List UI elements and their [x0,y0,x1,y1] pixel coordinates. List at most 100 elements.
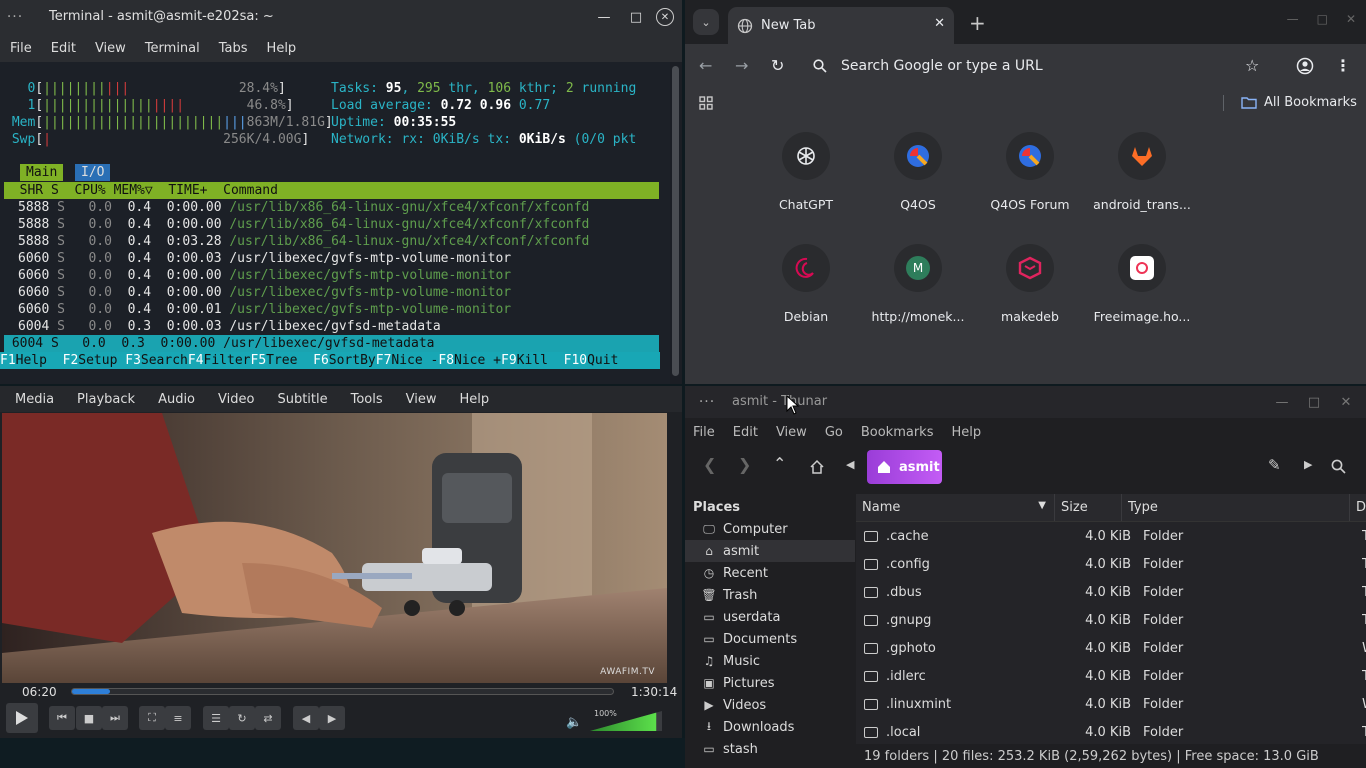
file-row[interactable]: .dbus 4.0 KiB Folder T [856,578,1366,606]
file-row[interactable]: .gphoto 4.0 KiB Folder W [856,634,1366,662]
menu-view[interactable]: View [95,41,126,56]
maximize-icon[interactable]: □ [1317,12,1328,26]
menu-file[interactable]: File [10,41,32,56]
thunar-menu-help[interactable]: Help [951,425,981,440]
vlc-menu-video[interactable]: Video [218,392,254,407]
thunar-menu-bookmarks[interactable]: Bookmarks [861,425,934,440]
menu-tabs[interactable]: Tabs [219,41,248,56]
omnibox[interactable]: Search Google or type a URL [801,50,1221,82]
htop-tab-io[interactable]: I/O [75,164,111,181]
breadcrumb-asmit[interactable]: asmit [867,450,942,484]
shortcut-tile[interactable]: Q4OS [868,132,968,212]
vlc-menu-audio[interactable]: Audio [158,392,195,407]
vlc-menu-help[interactable]: Help [460,392,490,407]
column-name[interactable]: Name ▼ [856,494,1055,521]
shortcut-tile[interactable]: Q4OS Forum [980,132,1080,212]
fkey-f7[interactable]: F7Nice - [376,352,439,369]
seek-bar[interactable] [71,688,614,695]
shortcut-tile[interactable]: makedeb [980,244,1080,324]
selected-process-row[interactable]: 6004 S 0.0 0.3 0:00.00 /usr/libexec/gvfs… [4,335,659,352]
thunar-menu-go[interactable]: Go [825,425,843,440]
place-trash[interactable]: 🗑 Trash [685,584,855,606]
place-recent[interactable]: ◷ Recent [685,562,855,584]
process-row[interactable]: 6004 S 0.0 0.3 0:00.03 /usr/libexec/gvfs… [18,318,441,335]
process-row[interactable]: 6060 S 0.0 0.4 0:00.01 /usr/libexec/gvfs… [18,301,511,318]
kebab-menu-icon[interactable]: ⋮ [1335,56,1351,75]
terminal-scrollbar[interactable] [672,66,679,376]
tab-search-icon[interactable]: ⌄ [693,9,719,35]
minimize-icon[interactable]: — [592,5,616,29]
loop-button[interactable]: ↻ [229,706,255,730]
close-icon[interactable]: ✕ [1334,390,1358,414]
elapsed-time[interactable]: 06:20 [22,685,57,699]
back-icon[interactable]: ← [699,56,712,75]
apps-grid-icon[interactable] [699,96,713,110]
frame-back-button[interactable]: ◀ [293,706,319,730]
shortcut-tile[interactable]: android_trans... [1092,132,1192,212]
htop-output[interactable]: 0[||||||||||| 28.4%] 1[|||||||||||||||||… [0,62,670,384]
close-tab-icon[interactable]: ✕ [934,16,945,31]
fkey-f9[interactable]: F9Kill [501,352,564,369]
window-menu-icon[interactable]: ··· [685,394,729,410]
forward-icon[interactable]: → [735,56,748,75]
crumb-left-icon[interactable]: ◀ [846,458,854,471]
play-button[interactable] [6,703,38,733]
column-size[interactable]: Size [1055,494,1122,521]
place-asmit[interactable]: ⌂ asmit [685,540,855,562]
fullscreen-button[interactable]: ⛶ [139,706,165,730]
vlc-menu-playback[interactable]: Playback [77,392,135,407]
column-type[interactable]: Type [1122,494,1350,521]
place-computer[interactable]: 🖵 Computer [685,518,855,540]
crumb-right-icon[interactable]: ▶ [1304,458,1312,471]
total-time[interactable]: 1:30:14 [631,685,677,699]
fkey-f2[interactable]: F2Setup [63,352,126,369]
file-row[interactable]: .cache 4.0 KiB Folder T [856,522,1366,550]
maximize-icon[interactable]: □ [624,5,648,29]
fkey-f6[interactable]: F6SortBy [313,352,376,369]
process-row[interactable]: 6060 S 0.0 0.4 0:00.00 /usr/libexec/gvfs… [18,284,511,301]
shortcut-tile[interactable]: Mhttp://monek... [868,244,968,324]
edit-location-icon[interactable]: ✎ [1268,456,1281,474]
fkey-f3[interactable]: F3Search [125,352,188,369]
place-pictures[interactable]: ▣ Pictures [685,672,855,694]
file-row[interactable]: .config 4.0 KiB Folder T [856,550,1366,578]
vlc-menu-media[interactable]: Media [15,392,54,407]
place-downloads[interactable]: ⭳ Downloads [685,716,855,738]
shortcut-tile[interactable]: Freeimage.ho... [1092,244,1192,324]
reload-icon[interactable]: ↻ [771,56,784,75]
previous-button[interactable]: ⏮ [49,706,75,730]
shuffle-button[interactable]: ⇄ [255,706,281,730]
fkey-f8[interactable]: F8Nice + [438,352,501,369]
menu-edit[interactable]: Edit [51,41,76,56]
window-menu-icon[interactable]: ··· [0,9,30,25]
htop-tab-main[interactable]: Main [20,164,64,181]
next-button[interactable]: ⏭ [102,706,128,730]
process-row[interactable]: 6060 S 0.0 0.4 0:00.00 /usr/libexec/gvfs… [18,267,511,284]
volume-icon[interactable]: 🔈 [566,715,582,730]
forward-icon[interactable]: ❯ [738,455,751,474]
file-row[interactable]: .local 4.0 KiB Folder T [856,718,1366,746]
back-icon[interactable]: ❮ [703,455,716,474]
thunar-menu-view[interactable]: View [776,425,807,440]
process-row[interactable]: 5888 S 0.0 0.4 0:00.00 /usr/lib/x86_64-l… [18,199,589,216]
column-date[interactable]: D [1350,494,1366,521]
vlc-menu-tools[interactable]: Tools [351,392,383,407]
volume-slider[interactable] [590,710,662,732]
vlc-menu-subtitle[interactable]: Subtitle [277,392,327,407]
file-row[interactable]: .idlerc 4.0 KiB Folder T [856,662,1366,690]
stop-button[interactable]: ■ [76,706,102,730]
vlc-menu-view[interactable]: View [406,392,437,407]
place-documents[interactable]: ▭ Documents [685,628,855,650]
fkey-f4[interactable]: F4Filter [188,352,251,369]
close-icon[interactable]: ✕ [1346,12,1356,26]
process-row[interactable]: 5888 S 0.0 0.4 0:03.28 /usr/lib/x86_64-l… [18,233,589,250]
fkey-f10[interactable]: F10Quit [564,352,634,369]
home-icon[interactable] [809,459,825,475]
file-row[interactable]: .linuxmint 4.0 KiB Folder W [856,690,1366,718]
minimize-icon[interactable]: — [1287,12,1299,26]
process-table-header[interactable]: SHR S CPU% MEM%▽ TIME+ Command [4,182,659,199]
extended-settings-button[interactable]: ≡ [165,706,191,730]
place-videos[interactable]: ▶ Videos [685,694,855,716]
playlist-button[interactable]: ☰ [203,706,229,730]
place-stash[interactable]: ▭ stash [685,738,855,760]
